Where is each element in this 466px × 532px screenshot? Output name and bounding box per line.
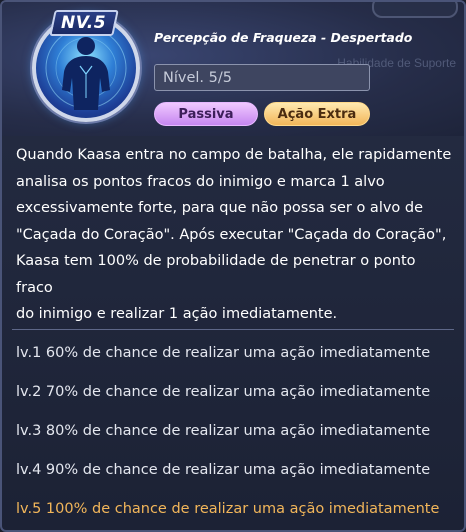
section-divider bbox=[12, 329, 454, 330]
description-line: do inimigo e realizar 1 ação imediatamen… bbox=[16, 306, 338, 322]
description-line: Quando Kaasa entra no campo de batalha, … bbox=[16, 147, 452, 163]
skill-level-badge: NV.5 bbox=[49, 10, 119, 36]
level-effect-row-current: lv.5 100% de chance de realizar uma ação… bbox=[16, 501, 440, 517]
description-line: Kaasa tem 100% de probabilidade de penet… bbox=[16, 253, 416, 296]
level-effect-row: lv.3 80% de chance de realizar uma ação … bbox=[16, 423, 431, 439]
level-effect-row: lv.4 90% de chance de realizar uma ação … bbox=[16, 462, 431, 478]
description-line: excessivamente forte, para que não possa… bbox=[16, 200, 424, 216]
passive-tag-label: Passiva bbox=[178, 106, 234, 122]
background-button bbox=[372, 2, 458, 18]
level-effect-row: lv.2 70% de chance de realizar uma ação … bbox=[16, 384, 431, 400]
extra-action-tag: Ação Extra bbox=[264, 102, 370, 126]
description-line: analisa os pontos fracos do inimigo e ma… bbox=[16, 173, 385, 190]
skill-level-badge-text: NV.5 bbox=[61, 13, 107, 33]
skill-name: Percepção de Fraqueza - Despertado bbox=[154, 30, 413, 45]
skill-level-field: Nível. 5/5 bbox=[154, 64, 370, 91]
description-line: "Caçada do Coração". Após executar "Caça… bbox=[16, 226, 447, 243]
passive-tag: Passiva bbox=[154, 102, 258, 126]
skill-header: Habilidade de Suporte NV.5 Percepção de … bbox=[2, 2, 464, 136]
level-effect-row: lv.1 60% de chance de realizar uma ação … bbox=[16, 345, 431, 361]
skill-tooltip-panel: Habilidade de Suporte NV.5 Percepção de … bbox=[0, 0, 466, 532]
skill-description: Quando Kaasa entra no campo de batalha, … bbox=[16, 142, 452, 328]
level-effects-list: lv.1 60% de chance de realizar uma ação … bbox=[16, 340, 462, 530]
extra-action-tag-label: Ação Extra bbox=[277, 106, 357, 122]
